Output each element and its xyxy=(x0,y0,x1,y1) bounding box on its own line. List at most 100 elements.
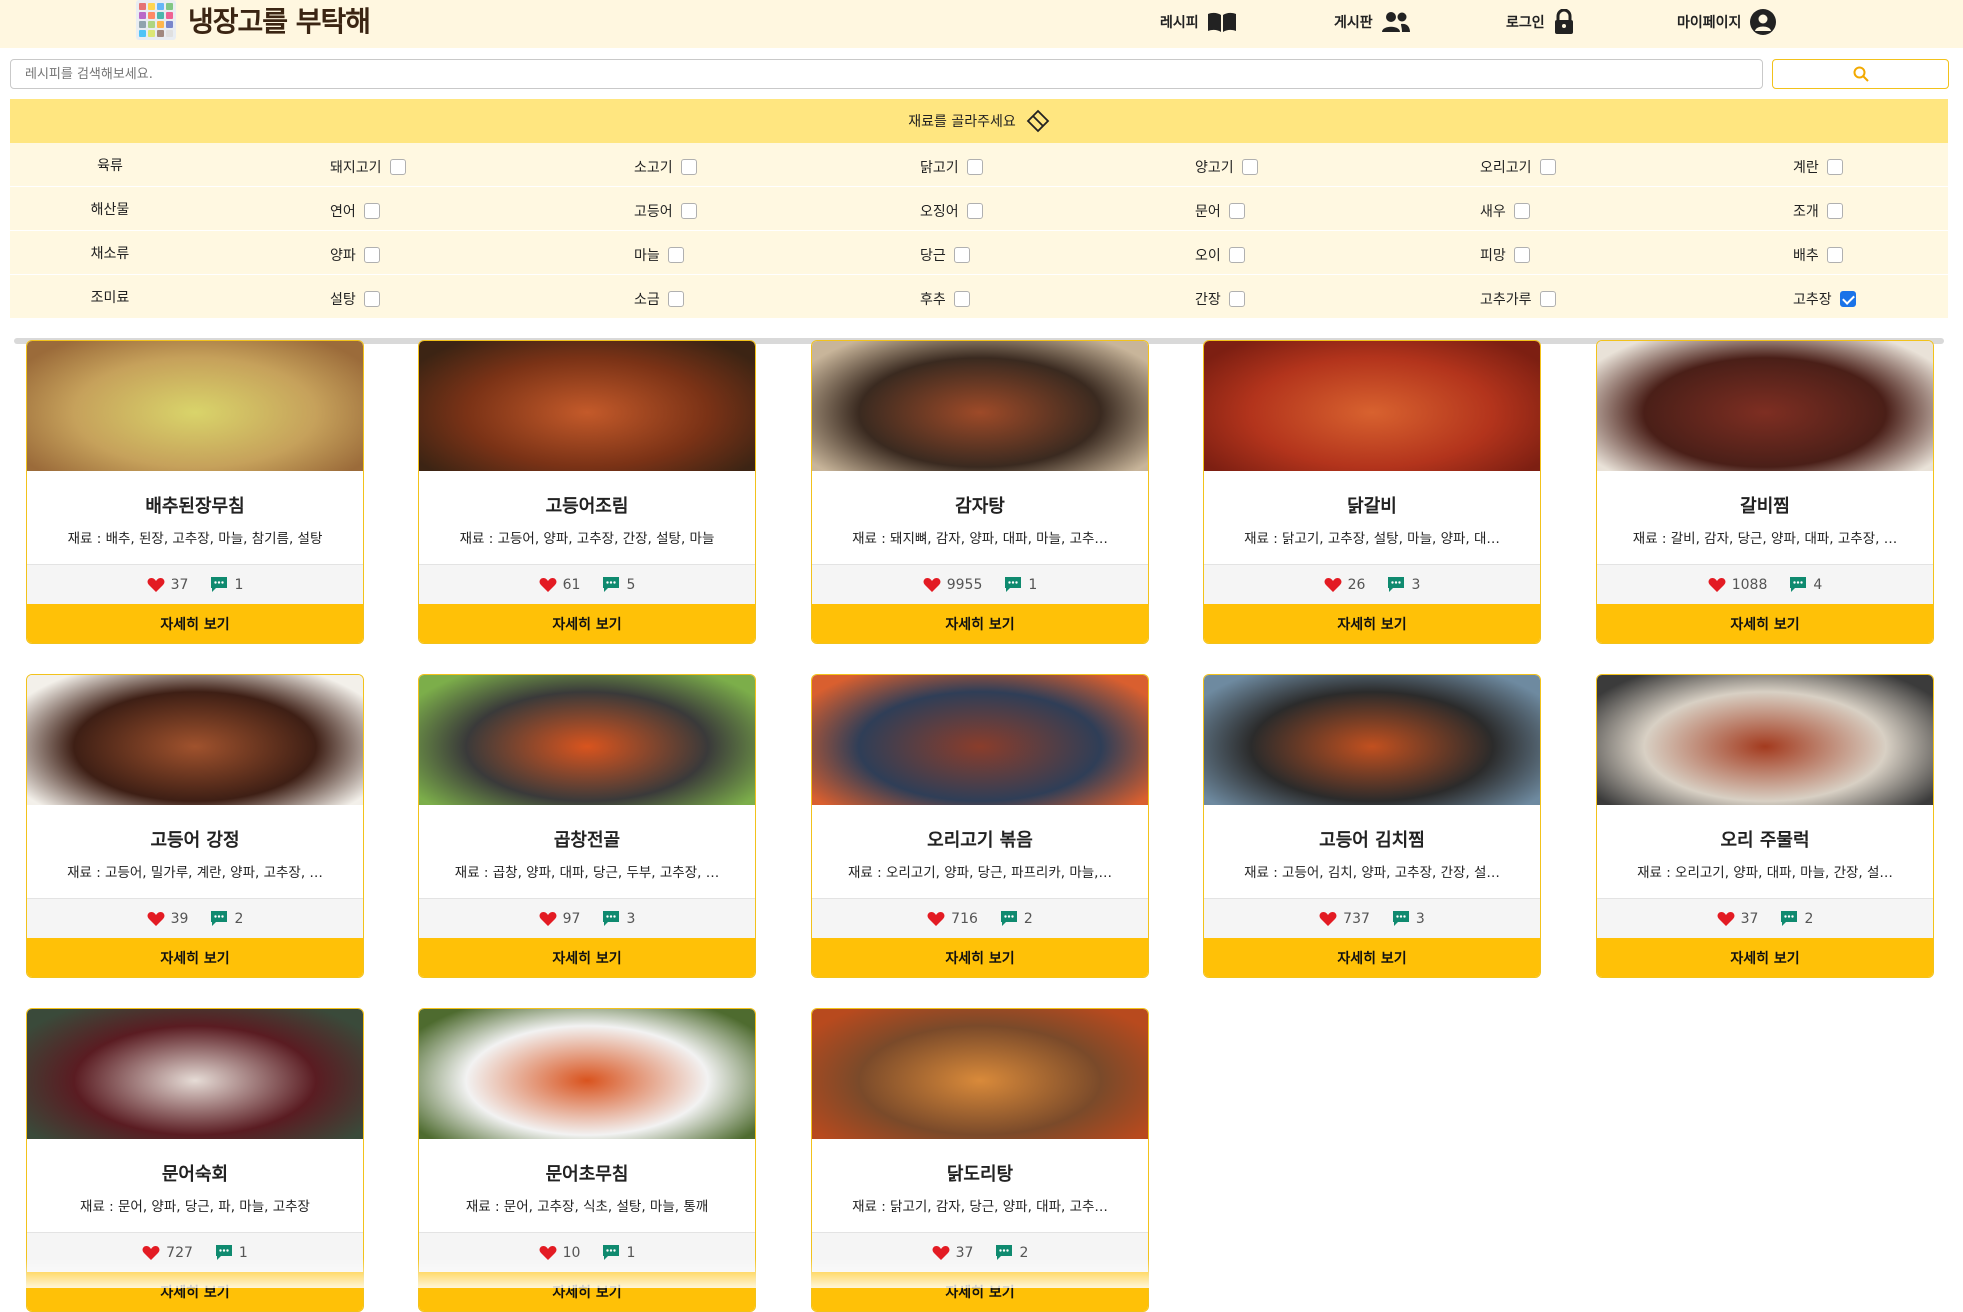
view-detail-button[interactable]: 자세히 보기 xyxy=(27,938,363,977)
filter-option[interactable]: 마늘 xyxy=(634,245,684,265)
filter-checkbox[interactable] xyxy=(1826,247,1843,263)
filter-option[interactable]: 간장 xyxy=(1195,289,1245,309)
like-stat[interactable]: 61 xyxy=(539,577,580,593)
filter-option[interactable]: 연어 xyxy=(330,201,380,221)
filter-checkbox[interactable] xyxy=(966,159,983,175)
filter-checkbox[interactable] xyxy=(1241,159,1258,175)
filter-checkbox[interactable] xyxy=(1826,203,1843,219)
recipe-image[interactable] xyxy=(27,675,363,805)
filter-option[interactable]: 양고기 xyxy=(1195,157,1258,177)
comment-stat[interactable]: 4 xyxy=(1789,576,1822,593)
filter-option[interactable]: 새우 xyxy=(1480,201,1530,221)
filter-option[interactable]: 오리고기 xyxy=(1480,157,1556,177)
filter-option[interactable]: 조개 xyxy=(1793,201,1843,221)
view-detail-button[interactable]: 자세히 보기 xyxy=(812,938,1148,977)
filter-checkbox[interactable] xyxy=(1513,203,1530,219)
filter-checkbox[interactable] xyxy=(1839,291,1856,307)
filter-checkbox[interactable] xyxy=(667,291,684,307)
filter-checkbox[interactable] xyxy=(1513,247,1530,263)
like-stat[interactable]: 97 xyxy=(539,911,580,927)
recipe-image[interactable] xyxy=(419,1009,755,1139)
filter-option[interactable]: 문어 xyxy=(1195,201,1245,221)
comment-stat[interactable]: 5 xyxy=(602,576,635,593)
filter-checkbox[interactable] xyxy=(1228,291,1245,307)
filter-checkbox[interactable] xyxy=(953,291,970,307)
search-button[interactable] xyxy=(1772,59,1949,89)
like-stat[interactable]: 39 xyxy=(147,911,188,927)
nav-recipe[interactable]: 레시피 xyxy=(1160,8,1237,36)
filter-option[interactable]: 고등어 xyxy=(634,201,697,221)
filter-option[interactable]: 닭고기 xyxy=(920,157,983,177)
nav-mypage[interactable]: 마이페이지 xyxy=(1677,8,1777,36)
filter-checkbox[interactable] xyxy=(667,247,684,263)
comment-stat[interactable]: 2 xyxy=(1000,910,1033,927)
like-stat[interactable]: 26 xyxy=(1324,577,1365,593)
recipe-card[interactable]: 오리고기 볶음 재료 : 오리고기, 양파, 당근, 파프리카, 마늘,… 716 2… xyxy=(811,674,1149,978)
like-stat[interactable]: 9955 xyxy=(923,577,982,593)
recipe-card[interactable]: 갈비찜 재료 : 갈비, 감자, 당근, 양파, 대파, 고추장, … 1088 4 자… xyxy=(1596,340,1934,644)
filter-checkbox[interactable] xyxy=(363,247,380,263)
filter-option[interactable]: 후추 xyxy=(920,289,970,309)
comment-stat[interactable]: 2 xyxy=(210,910,243,927)
filter-option[interactable]: 계란 xyxy=(1793,157,1843,177)
comment-stat[interactable]: 1 xyxy=(210,576,243,593)
filter-checkbox[interactable] xyxy=(1539,159,1556,175)
filter-option[interactable]: 오징어 xyxy=(920,201,983,221)
view-detail-button[interactable]: 자세히 보기 xyxy=(419,938,755,977)
recipe-image[interactable] xyxy=(812,341,1148,471)
recipe-image[interactable] xyxy=(419,675,755,805)
filter-option[interactable]: 고추가루 xyxy=(1480,289,1556,309)
filter-checkbox[interactable] xyxy=(680,159,697,175)
filter-option[interactable]: 소금 xyxy=(634,289,684,309)
view-detail-button[interactable]: 자세히 보기 xyxy=(27,604,363,643)
filter-option[interactable]: 피망 xyxy=(1480,245,1530,265)
filter-option[interactable]: 당근 xyxy=(920,245,970,265)
view-detail-button[interactable]: 자세히 보기 xyxy=(1597,604,1933,643)
filter-checkbox[interactable] xyxy=(1539,291,1556,307)
view-detail-button[interactable]: 자세히 보기 xyxy=(1597,938,1933,977)
recipe-image[interactable] xyxy=(27,1009,363,1139)
comment-stat[interactable]: 3 xyxy=(1392,910,1425,927)
nav-login[interactable]: 로그인 xyxy=(1506,8,1575,36)
view-detail-button[interactable]: 자세히 보기 xyxy=(812,604,1148,643)
recipe-card[interactable]: 고등어 강정 재료 : 고등어, 밀가루, 계란, 양파, 고추장, … 39 2 자세… xyxy=(26,674,364,978)
recipe-image[interactable] xyxy=(27,341,363,471)
recipe-card[interactable]: 닭갈비 재료 : 닭고기, 고추장, 설탕, 마늘, 양파, 대… 26 3 자세히 보… xyxy=(1203,340,1541,644)
nav-board[interactable]: 게시판 xyxy=(1334,8,1411,36)
filter-option[interactable]: 돼지고기 xyxy=(330,157,406,177)
view-detail-button[interactable]: 자세히 보기 xyxy=(1204,938,1540,977)
recipe-card[interactable]: 고등어 김치찜 재료 : 고등어, 김치, 양파, 고추장, 간장, 설… 737 3… xyxy=(1203,674,1541,978)
recipe-card[interactable]: 고등어조림 재료 : 고등어, 양파, 고추장, 간장, 설탕, 마늘 61 5 자세히… xyxy=(418,340,756,644)
like-stat[interactable]: 37 xyxy=(147,577,188,593)
like-stat[interactable]: 716 xyxy=(927,911,978,927)
search-input[interactable] xyxy=(10,59,1763,89)
filter-checkbox[interactable] xyxy=(389,159,406,175)
recipe-image[interactable] xyxy=(812,1009,1148,1139)
filter-option[interactable]: 소고기 xyxy=(634,157,697,177)
filter-checkbox[interactable] xyxy=(953,247,970,263)
filter-checkbox[interactable] xyxy=(363,291,380,307)
filter-checkbox[interactable] xyxy=(363,203,380,219)
recipe-card[interactable]: 감자탕 재료 : 돼지뼈, 감자, 양파, 대파, 마늘, 고추… 9955 1 자세히… xyxy=(811,340,1149,644)
eraser-icon[interactable] xyxy=(1026,109,1050,133)
filter-checkbox[interactable] xyxy=(680,203,697,219)
view-detail-button[interactable]: 자세히 보기 xyxy=(419,604,755,643)
recipe-image[interactable] xyxy=(419,341,755,471)
view-detail-button[interactable]: 자세히 보기 xyxy=(1204,604,1540,643)
like-stat[interactable]: 1088 xyxy=(1708,577,1767,593)
recipe-image[interactable] xyxy=(1204,675,1540,805)
comment-stat[interactable]: 1 xyxy=(1004,576,1037,593)
filter-option[interactable]: 오이 xyxy=(1195,245,1245,265)
filter-checkbox[interactable] xyxy=(1826,159,1843,175)
filter-checkbox[interactable] xyxy=(966,203,983,219)
filter-option[interactable]: 배추 xyxy=(1793,245,1843,265)
recipe-image[interactable] xyxy=(1597,341,1933,471)
filter-option[interactable]: 설탕 xyxy=(330,289,380,309)
like-stat[interactable]: 737 xyxy=(1319,911,1370,927)
recipe-image[interactable] xyxy=(1597,675,1933,805)
recipe-image[interactable] xyxy=(1204,341,1540,471)
comment-stat[interactable]: 3 xyxy=(1387,576,1420,593)
comment-stat[interactable]: 2 xyxy=(1780,910,1813,927)
logo[interactable]: 냉장고를 부탁해 xyxy=(136,0,371,40)
like-stat[interactable]: 37 xyxy=(1717,911,1758,927)
